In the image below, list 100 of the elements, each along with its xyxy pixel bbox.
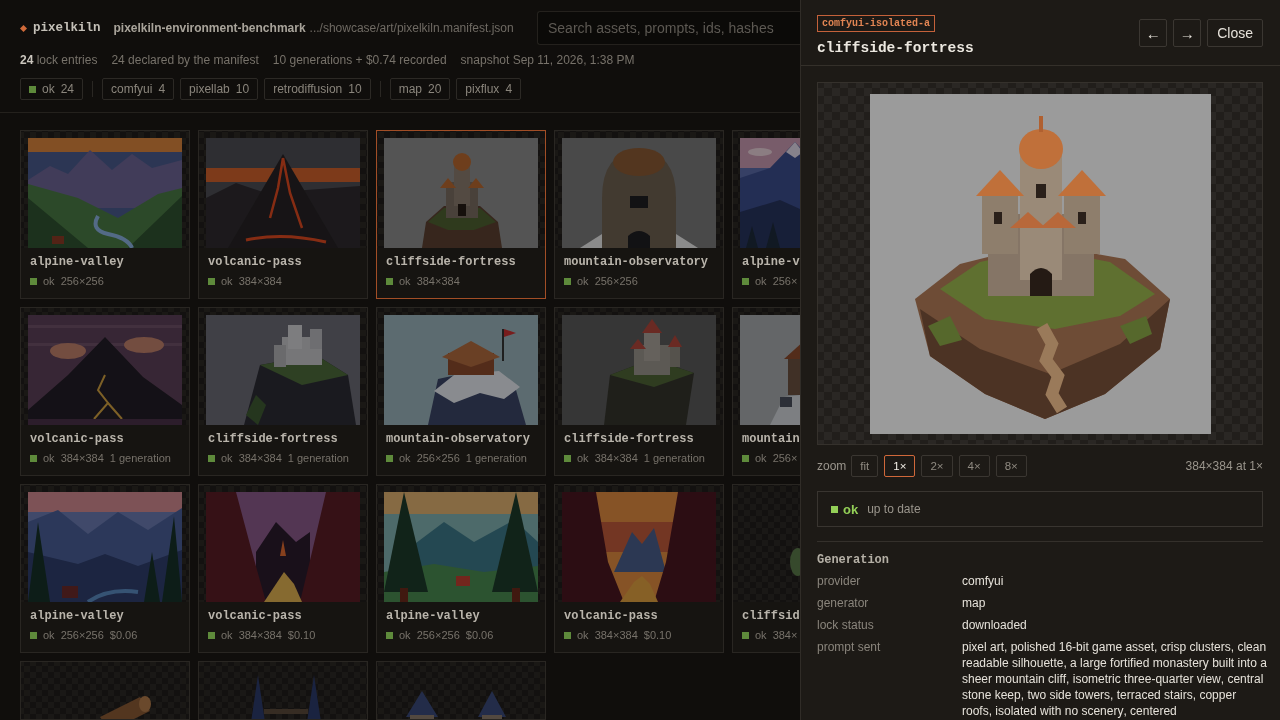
zoom-info: 384×384 at 1× [1185, 459, 1263, 473]
size-label: 384× [772, 628, 798, 642]
asset-card[interactable] [198, 661, 368, 720]
asset-title: cliffside-fortress [386, 255, 517, 269]
asset-title: alpine-v [742, 255, 800, 269]
zoom-label: zoom [817, 459, 847, 473]
asset-card[interactable]: cliffside-fortress ok 384×384 1 generation [198, 307, 368, 476]
stat-text: 24 declared by the manifest [111, 53, 259, 67]
filter-chip[interactable]: retrodiffusion 10 [264, 78, 371, 100]
size-label: 256×256 [60, 274, 104, 288]
zoom-button[interactable]: 2× [921, 455, 953, 477]
next-button[interactable]: → [1173, 19, 1202, 47]
asset-title: volcanic-pass [208, 609, 303, 623]
size-label: 256×256 [594, 274, 638, 288]
manifest-path: .../showcase/art/pixelkiln.manifest.json [309, 21, 514, 35]
search-field[interactable]: Search assets, prompts, ids, hashes [537, 11, 800, 45]
zoom-button[interactable]: fit [851, 455, 879, 477]
size-label: 256×256 [60, 628, 104, 642]
size-label: 256×256 [416, 628, 460, 642]
asset-card[interactable]: mountain-observatory ok 256×256 [554, 130, 724, 299]
note-label: 1 generation [109, 451, 171, 465]
filter-chip[interactable]: pixellab 10 [180, 78, 259, 100]
asset-title: mountain-observatory [386, 432, 532, 446]
asset-card[interactable]: volcanic-pass ok 384×384 $0.10 [198, 484, 368, 653]
field-label: lock status [817, 617, 875, 633]
asset-card[interactable]: alpine-v ok 256× [732, 130, 800, 299]
close-button[interactable]: Close [1207, 19, 1263, 47]
asset-card[interactable]: alpine-valley ok 256×256 $0.06 [376, 484, 546, 653]
previous-button[interactable]: ← [1139, 19, 1168, 47]
status-label: ok [755, 274, 767, 288]
asset-title: cliffside-fortress [817, 39, 974, 57]
status-label: ok [43, 451, 55, 465]
asset-title: cliffside-fortress [564, 432, 695, 446]
section-title: Generation [817, 553, 890, 567]
brand-name: pixelkiln [33, 21, 101, 35]
asset-title: alpine-valley [30, 609, 125, 623]
size-label: 256× [772, 274, 798, 288]
stat-text: snapshot Sep 11, 2026, 1:38 PM [460, 53, 635, 67]
note-label: $0.10 [287, 628, 316, 642]
filter-chip[interactable]: map 20 [389, 78, 451, 100]
field-label: prompt sent [817, 639, 882, 656]
size-label: 384×384 [238, 451, 282, 465]
asset-card[interactable]: cliffsid ok 384× [732, 484, 800, 653]
note-label: 1 generation [643, 451, 705, 465]
asset-title: mountain [742, 432, 800, 446]
field-label: provider [817, 573, 862, 589]
zoom-button[interactable]: 1× [884, 455, 916, 477]
status-label: ok [221, 274, 233, 288]
asset-card[interactable]: alpine-valley ok 256×256 [20, 130, 190, 299]
size-label: 384×384 [238, 628, 282, 642]
size-label: 384×384 [594, 451, 638, 465]
asset-title: cliffsid [742, 609, 800, 623]
asset-card[interactable]: mountain ok 256× [732, 307, 800, 476]
zoom-button[interactable]: 8× [995, 455, 1027, 477]
asset-card[interactable] [20, 661, 190, 720]
stat-text: 10 generations + $0.74 recorded [272, 53, 447, 67]
asset-card[interactable]: volcanic-pass ok 384×384 1 generation [20, 307, 190, 476]
status-label: ok [43, 628, 55, 642]
status-label: ok [577, 451, 589, 465]
field-label: generator [817, 595, 870, 611]
diamond-logo-icon [20, 24, 27, 32]
status-label: ok [399, 451, 411, 465]
asset-card[interactable]: alpine-valley ok 256×256 $0.06 [20, 484, 190, 653]
asset-card[interactable] [376, 661, 546, 720]
asset-card[interactable]: cliffside-fortress ok 384×384 [376, 130, 546, 299]
field-value: downloaded [962, 617, 1028, 633]
asset-card[interactable]: mountain-observatory ok 256×256 1 generation [376, 307, 546, 476]
filter-chip[interactable]: pixflux 4 [456, 78, 522, 100]
status-label: ok [577, 274, 589, 288]
project-name: pixelkiln-environment-benchmark [113, 21, 306, 35]
asset-title: mountain-observatory [564, 255, 710, 269]
asset-card[interactable]: cliffside-fortress ok 384×384 1 generation [554, 307, 724, 476]
note-label: 1 generation [287, 451, 349, 465]
asset-title: alpine-valley [30, 255, 125, 269]
note-label: $0.06 [109, 628, 138, 642]
status-label: ok [221, 628, 233, 642]
size-label: 384×384 [416, 274, 460, 288]
asset-title: volcanic-pass [564, 609, 659, 623]
status-note: up to date [867, 502, 921, 516]
size-label: 384×384 [60, 451, 104, 465]
asset-card[interactable]: volcanic-pass ok 384×384 [198, 130, 368, 299]
note-label: $0.10 [643, 628, 672, 642]
field-value: map [962, 595, 987, 611]
status-label: ok [755, 451, 767, 465]
stat-text: 24 lock entries [20, 53, 98, 67]
size-label: 384×384 [238, 274, 282, 288]
asset-card[interactable]: volcanic-pass ok 384×384 $0.10 [554, 484, 724, 653]
filter-chip[interactable]: comfyui 4 [102, 78, 175, 100]
field-value: pixel art, polished 16-bit game asset, crisp clusters, clean readable silhouette, a large fortified monastery built into a sheer mountain cliff, isometric three-quarter view, central stone keep, two side towers, terraced stairs, copper roofs, isolated with no scenery, centered [962, 639, 1267, 719]
status-label: ok [399, 274, 411, 288]
asset-title: volcanic-pass [30, 432, 125, 446]
asset-title: cliffside-fortress [208, 432, 339, 446]
size-label: 256×256 [416, 451, 460, 465]
asset-title: alpine-valley [386, 609, 481, 623]
status-label: ok [843, 501, 859, 517]
status-label: ok [577, 628, 589, 642]
filter-chip[interactable]: ok 24 [20, 78, 84, 100]
status-label: ok [221, 451, 233, 465]
field-value: comfyui [962, 573, 1005, 589]
zoom-button[interactable]: 4× [958, 455, 990, 477]
